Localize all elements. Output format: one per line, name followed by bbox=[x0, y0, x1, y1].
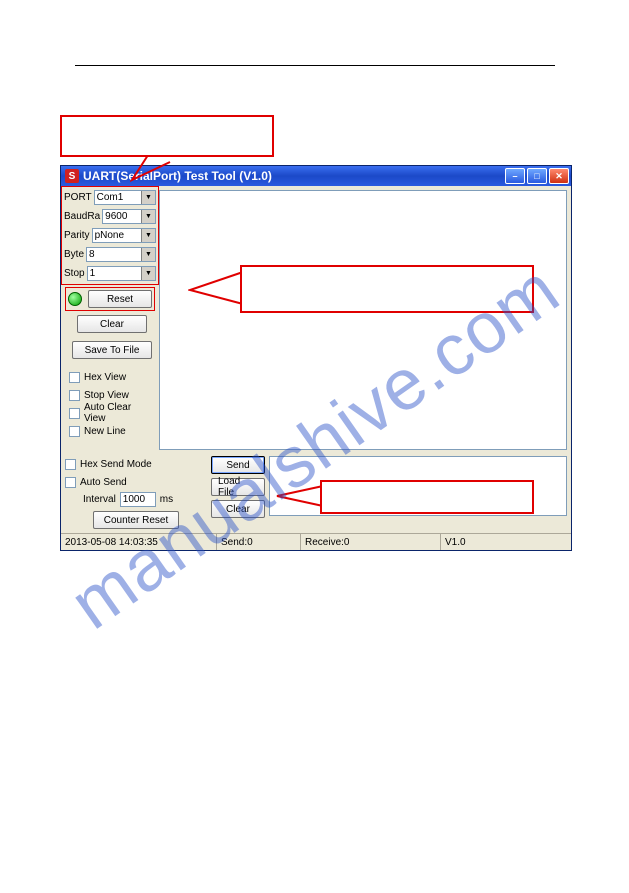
send-button[interactable]: Send bbox=[211, 456, 265, 474]
checkbox-icon bbox=[65, 477, 76, 488]
send-buttons-column: Send Load File Clear bbox=[211, 456, 265, 518]
byte-select[interactable]: 8 ▼ bbox=[86, 247, 156, 262]
status-send-count: Send:0 bbox=[217, 534, 301, 550]
hex-send-mode-label: Hex Send Mode bbox=[80, 459, 152, 470]
page-divider bbox=[75, 65, 555, 66]
auto-send-option[interactable]: Auto Send bbox=[65, 474, 207, 490]
status-datetime: 2013-05-08 14:03:35 bbox=[61, 534, 217, 550]
chevron-down-icon: ▼ bbox=[141, 229, 155, 242]
hex-view-option[interactable]: Hex View bbox=[69, 369, 155, 385]
port-label: PORT bbox=[64, 192, 92, 203]
status-led-icon bbox=[68, 292, 82, 306]
interval-unit: ms bbox=[160, 494, 173, 505]
chevron-down-icon: ▼ bbox=[141, 248, 155, 261]
hex-send-mode-option[interactable]: Hex Send Mode bbox=[65, 456, 207, 472]
status-bar: 2013-05-08 14:03:35 Send:0 Receive:0 V1.… bbox=[61, 533, 571, 550]
close-button[interactable]: ✕ bbox=[549, 168, 569, 184]
counter-reset-button[interactable]: Counter Reset bbox=[93, 511, 179, 529]
annotation-box-top bbox=[60, 115, 274, 157]
stop-view-option[interactable]: Stop View bbox=[69, 387, 155, 403]
chevron-down-icon: ▼ bbox=[141, 267, 155, 280]
annotation-box-bottom bbox=[320, 480, 534, 514]
auto-clear-view-option[interactable]: Auto Clear View bbox=[69, 405, 155, 421]
interval-label: Interval bbox=[83, 494, 116, 505]
port-select[interactable]: Com1 ▼ bbox=[94, 190, 156, 205]
port-config-panel: PORT Com1 ▼ BaudRa 9600 ▼ bbox=[61, 186, 159, 285]
chevron-down-icon: ▼ bbox=[141, 191, 155, 204]
parity-value: pNone bbox=[95, 230, 124, 241]
reset-button[interactable]: Reset bbox=[88, 290, 152, 308]
status-receive-count: Receive:0 bbox=[301, 534, 441, 550]
new-line-label: New Line bbox=[84, 426, 126, 437]
title-bar[interactable]: S UART(SerialPort) Test Tool (V1.0) – □ … bbox=[61, 166, 571, 186]
minimize-button[interactable]: – bbox=[505, 168, 525, 184]
receive-textarea[interactable] bbox=[159, 190, 567, 450]
hex-view-label: Hex View bbox=[84, 372, 126, 383]
baud-value: 9600 bbox=[105, 211, 127, 222]
save-to-file-button[interactable]: Save To File bbox=[72, 341, 152, 359]
stop-select[interactable]: 1 ▼ bbox=[87, 266, 156, 281]
stop-value: 1 bbox=[90, 268, 96, 279]
baud-label: BaudRa bbox=[64, 211, 100, 222]
clear-send-button[interactable]: Clear bbox=[211, 500, 265, 518]
maximize-button[interactable]: □ bbox=[527, 168, 547, 184]
parity-select[interactable]: pNone ▼ bbox=[92, 228, 156, 243]
checkbox-icon bbox=[69, 390, 80, 401]
stop-label: Stop bbox=[64, 268, 85, 279]
auto-clear-view-label: Auto Clear View bbox=[84, 402, 155, 424]
baud-select[interactable]: 9600 ▼ bbox=[102, 209, 156, 224]
parity-label: Parity bbox=[64, 230, 90, 241]
status-version: V1.0 bbox=[441, 534, 571, 550]
interval-input[interactable]: 1000 bbox=[120, 492, 156, 507]
byte-label: Byte bbox=[64, 249, 84, 260]
stop-view-label: Stop View bbox=[84, 390, 129, 401]
load-file-button[interactable]: Load File bbox=[211, 478, 265, 496]
clear-button[interactable]: Clear bbox=[77, 315, 147, 333]
checkbox-icon bbox=[65, 459, 76, 470]
checkbox-icon bbox=[69, 372, 80, 383]
reset-panel: Reset bbox=[65, 287, 155, 311]
send-options-panel: Hex Send Mode Auto Send Interval 1000 ms… bbox=[65, 456, 207, 529]
checkbox-icon bbox=[69, 408, 80, 419]
annotation-box-middle bbox=[240, 265, 534, 313]
new-line-option[interactable]: New Line bbox=[69, 423, 155, 439]
checkbox-icon bbox=[69, 426, 80, 437]
auto-send-label: Auto Send bbox=[80, 477, 127, 488]
byte-value: 8 bbox=[89, 249, 95, 260]
chevron-down-icon: ▼ bbox=[141, 210, 155, 223]
port-value: Com1 bbox=[97, 192, 124, 203]
app-icon: S bbox=[65, 169, 79, 183]
window-title: UART(SerialPort) Test Tool (V1.0) bbox=[83, 169, 505, 183]
